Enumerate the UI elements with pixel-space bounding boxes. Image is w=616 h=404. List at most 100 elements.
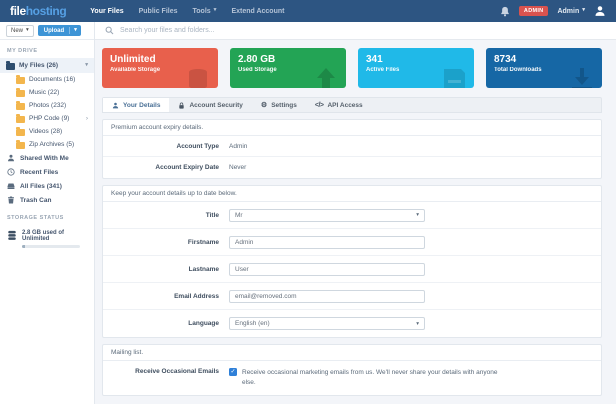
tab-label: Settings	[271, 102, 297, 109]
sidebar-item-videos[interactable]: Videos (28)	[0, 125, 94, 138]
details-panel: Keep your account details up to date bel…	[102, 185, 602, 338]
tab-label: Account Security	[189, 102, 242, 109]
title-row: Title Mr▾	[103, 202, 601, 229]
new-button[interactable]: New▾	[6, 25, 34, 37]
folder-icon	[16, 142, 25, 149]
card-active-files: 341 Active Files	[358, 48, 474, 88]
caret-down-icon: ▾	[74, 27, 77, 33]
content: Unlimited Available Storage 2.80 GB Used…	[95, 40, 616, 404]
expiry-panel-header: Premium account expiry details.	[103, 120, 601, 136]
my-drive-label: MY DRIVE	[0, 40, 94, 58]
email-row: Email Address email@removed.com	[103, 283, 601, 310]
bell-icon[interactable]	[500, 6, 510, 17]
logo-part-2: hosting	[26, 4, 67, 18]
top-navbar: filehosting Your Files Public Files Tool…	[0, 0, 616, 22]
tree-label: My Files (26)	[19, 62, 58, 69]
side-item-label: All Files (341)	[20, 183, 62, 190]
title-select-value: Mr	[235, 212, 243, 219]
card-value: Unlimited	[110, 54, 210, 65]
lastname-input[interactable]: User	[229, 263, 425, 276]
storage-progress-fill	[22, 245, 25, 248]
nav-public-files[interactable]: Public Files	[139, 8, 178, 15]
sidebar-item-php-code[interactable]: PHP Code (9) ›	[0, 112, 94, 125]
database-icon	[7, 230, 17, 241]
field-label: Language	[111, 320, 229, 327]
tree-label: Zip Archives (5)	[29, 141, 74, 148]
admin-badge: ADMIN	[519, 6, 549, 16]
mailing-checkbox-row: Receive Occasional Emails ✓ Receive occa…	[103, 361, 601, 395]
side-item-label: Recent Files	[20, 169, 58, 176]
field-label: Receive Occasional Emails	[111, 368, 229, 375]
side-item-label: Shared With Me	[20, 155, 69, 162]
field-label: Firstname	[111, 239, 229, 246]
lastname-row: Lastname User	[103, 256, 601, 283]
navbar-right: ADMIN Admin▾	[500, 5, 606, 17]
avatar-icon[interactable]	[594, 5, 606, 17]
folder-icon	[16, 103, 25, 110]
search-icon	[105, 26, 114, 35]
page-layout: New▾ Upload▾ MY DRIVE My Files (26) ▾ Do…	[0, 22, 616, 404]
sidebar-item-zip-archives[interactable]: Zip Archives (5)	[0, 138, 94, 151]
card-available-storage: Unlimited Available Storage	[102, 48, 218, 88]
nav-extend-account[interactable]: Extend Account	[231, 8, 284, 15]
sidebar-item-recent-files[interactable]: Recent Files	[0, 165, 94, 179]
caret-down-icon: ▾	[582, 8, 585, 14]
sidebar-item-photos[interactable]: Photos (232)	[0, 99, 94, 112]
folder-icon	[16, 77, 25, 84]
mailing-panel-header: Mailing list.	[103, 345, 601, 361]
folder-icon	[16, 116, 25, 123]
account-tabs: Your Details Account Security ⚙ Settings…	[102, 97, 602, 113]
sidebar-item-all-files[interactable]: All Files (341)	[0, 179, 94, 193]
app-logo[interactable]: filehosting	[10, 4, 66, 18]
tab-api-access[interactable]: </> API Access	[306, 98, 372, 112]
title-select[interactable]: Mr ▾	[229, 209, 425, 222]
sidebar-item-music[interactable]: Music (22)	[0, 86, 94, 99]
language-row: Language English (en)▾	[103, 310, 601, 337]
database-icon	[185, 66, 211, 88]
gear-icon: ⚙	[261, 102, 267, 109]
firstname-input[interactable]: Admin	[229, 236, 425, 249]
user-menu[interactable]: Admin▾	[557, 8, 585, 15]
save-icon	[441, 66, 467, 88]
nav-tools-label: Tools	[193, 8, 211, 15]
sidebar-item-trash-can[interactable]: Trash Can	[0, 193, 94, 207]
sidebar-actions: New▾ Upload▾	[0, 22, 94, 40]
field-label: Lastname	[111, 266, 229, 273]
tab-your-details[interactable]: Your Details	[103, 98, 169, 112]
receive-emails-checkbox[interactable]: ✓	[229, 368, 237, 376]
field-label: Account Expiry Date	[111, 164, 229, 171]
caret-down-icon: ▾	[85, 63, 88, 69]
caret-down-icon: ▾	[416, 212, 419, 218]
account-expiry-value: Never	[229, 164, 246, 171]
upload-button[interactable]: Upload▾	[38, 25, 81, 37]
caret-down-icon: ▾	[416, 321, 419, 327]
nav-your-files[interactable]: Your Files	[90, 8, 123, 15]
sidebar-item-shared-with-me[interactable]: Shared With Me	[0, 151, 94, 165]
download-icon	[569, 66, 595, 88]
nav-tools[interactable]: Tools▾	[193, 8, 217, 15]
firstname-row: Firstname Admin	[103, 229, 601, 256]
card-total-downloads: 8734 Total Downloads	[486, 48, 602, 88]
mailing-panel: Mailing list. Receive Occasional Emails …	[102, 344, 602, 396]
account-type-row: Account Type Admin	[103, 136, 601, 157]
side-item-label: Trash Can	[20, 197, 51, 204]
user-menu-label: Admin	[557, 8, 579, 15]
tab-settings[interactable]: ⚙ Settings	[252, 98, 306, 112]
code-icon: </>	[315, 102, 324, 109]
sidebar-item-my-files[interactable]: My Files (26) ▾	[0, 58, 94, 73]
tree-label: PHP Code (9)	[29, 115, 69, 122]
search-bar[interactable]: Search your files and folders...	[95, 22, 616, 40]
tab-label: Your Details	[123, 102, 160, 109]
tree-label: Photos (232)	[29, 102, 66, 109]
email-input[interactable]: email@removed.com	[229, 290, 425, 303]
storage-progress-bar	[22, 245, 80, 248]
folder-icon	[16, 129, 25, 136]
tab-account-security[interactable]: Account Security	[169, 98, 251, 112]
field-label: Email Address	[111, 293, 229, 300]
language-select[interactable]: English (en)▾	[229, 317, 425, 330]
sidebar-item-documents[interactable]: Documents (16)	[0, 73, 94, 86]
field-label: Account Type	[111, 143, 229, 150]
lock-icon	[178, 102, 185, 109]
details-panel-header: Keep your account details up to date bel…	[103, 186, 601, 202]
shared-person-icon	[7, 154, 15, 162]
